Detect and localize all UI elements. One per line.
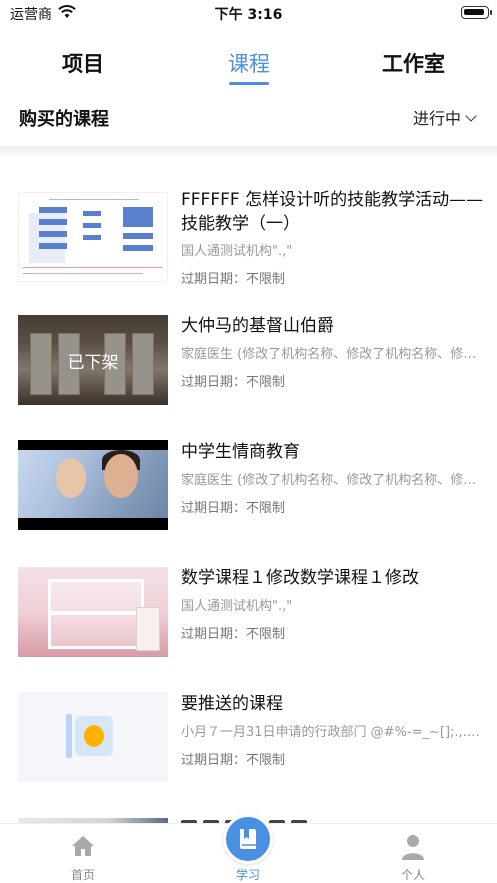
course-expiry: 过期日期：不限制	[181, 501, 286, 516]
section-header: 购买的课程 进行中	[0, 90, 497, 146]
nav-me[interactable]: 个人	[363, 824, 463, 883]
course-title: FFFFFF 怎样设计听的技能教学活动——技能教学（一）	[181, 190, 484, 234]
active-tab-indicator	[229, 82, 269, 85]
course-org: 国人通测试机构".,"	[181, 244, 293, 259]
course-title: 数学课程１修改数学课程１修改	[181, 568, 419, 588]
course-item[interactable]: 中学生情商教育 家庭医生 (修改了机构名称、修改了机构名称、修改了机构名称 过期…	[0, 432, 497, 552]
chevron-down-icon	[465, 110, 477, 122]
nav-home[interactable]: 首页	[33, 824, 133, 883]
tab-studio[interactable]: 工作室	[382, 48, 445, 78]
course-expiry: 过期日期：不限制	[181, 753, 286, 768]
course-item[interactable]: 已下架 大仲马的基督山伯爵 家庭医生 (修改了机构名称、修改了机构名称、修改了机…	[0, 306, 497, 426]
course-expiry: 过期日期：不限制	[181, 375, 286, 390]
course-thumbnail-diagram	[18, 192, 168, 282]
nav-study[interactable]: 学习	[198, 814, 298, 883]
tab-courses[interactable]: 课程	[228, 48, 270, 78]
status-filter-dropdown[interactable]: 进行中	[413, 105, 477, 129]
course-thumbnail-video	[18, 440, 168, 530]
nav-home-label: 首页	[70, 868, 95, 882]
course-item[interactable]: 数学课程１修改数学课程１修改 国人通测试机构".," 过期日期：不限制	[0, 558, 497, 678]
status-time: 下午 3:16	[214, 7, 283, 23]
status-filter-label: 进行中	[413, 109, 462, 128]
tab-projects[interactable]: 项目	[62, 48, 104, 78]
play-icon	[84, 725, 104, 747]
top-tab-bar: 项目 课程 工作室	[0, 40, 497, 86]
course-thumbnail-room: 已下架	[18, 315, 168, 405]
course-title: 中学生情商教育	[181, 442, 300, 462]
course-thumbnail-placeholder	[18, 692, 168, 782]
offline-label: 已下架	[67, 353, 119, 373]
book-icon	[223, 814, 273, 864]
course-expiry: 过期日期：不限制	[181, 627, 286, 642]
home-icon	[72, 836, 94, 856]
status-bar: 运营商 下午 3:16	[0, 0, 497, 26]
battery-icon	[461, 6, 492, 19]
course-item[interactable]: FFFFFF 怎样设计听的技能教学活动——技能教学（一） 国人通测试机构".,"…	[0, 182, 497, 302]
course-expiry: 过期日期：不限制	[181, 272, 286, 287]
course-org: 小月７一月31日申请的行政部门 @#%-=_~[];.,./{}	[181, 725, 481, 740]
course-title: 要推送的课程	[181, 694, 283, 714]
nav-me-label: 个人	[400, 868, 425, 882]
course-title: 大仲马的基督山伯爵	[181, 316, 334, 336]
course-org: 国人通测试机构".,"	[181, 599, 293, 614]
section-divider	[0, 146, 497, 156]
course-org: 家庭医生 (修改了机构名称、修改了机构名称、修改了机构名称	[181, 347, 481, 362]
course-org: 家庭医生 (修改了机构名称、修改了机构名称、修改了机构名称	[181, 473, 481, 488]
bottom-nav-bar: 首页 学习 个人	[0, 814, 497, 883]
course-item[interactable]: 要推送的课程 小月７一月31日申请的行政部门 @#%-=_~[];.,./{} …	[0, 684, 497, 804]
course-thumbnail-bunkbed	[18, 567, 168, 657]
person-icon	[402, 835, 424, 860]
section-title: 购买的课程	[19, 109, 109, 130]
nav-study-label: 学习	[235, 868, 260, 882]
